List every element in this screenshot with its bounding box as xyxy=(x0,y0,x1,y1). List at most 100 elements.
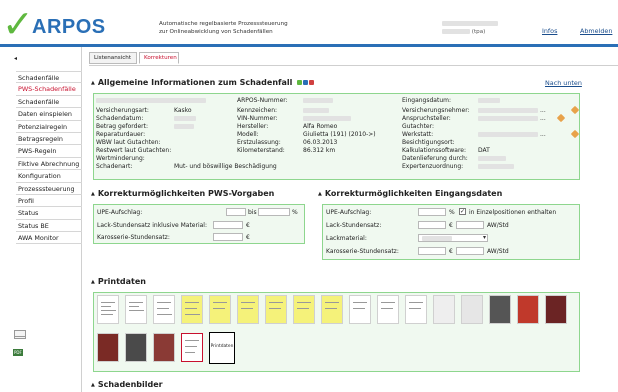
print-thumb[interactable] xyxy=(181,295,203,324)
schadenbilder-section-title[interactable]: ▲ Schadenbilder xyxy=(91,380,163,389)
print-thumb[interactable] xyxy=(293,295,315,324)
status-icon-blue[interactable] xyxy=(303,80,309,85)
info-section-title[interactable]: ▲ Allgemeine Informationen zum Schadenfal… xyxy=(91,78,315,87)
sidebar-item-betragsregeln[interactable]: Betragsregeln xyxy=(16,133,82,146)
photo-thumb[interactable] xyxy=(125,333,147,362)
print-thumb[interactable] xyxy=(321,295,343,324)
collapse-triangle-icon[interactable]: ▲ xyxy=(91,191,95,197)
pdf-icon[interactable]: PDF xyxy=(13,349,23,356)
versicherungsart-row: Versicherungsart: Kasko xyxy=(96,107,192,114)
collapse-triangle-icon[interactable]: ▲ xyxy=(91,80,95,86)
reparaturdauer-row: Reparaturdauer: xyxy=(96,131,146,138)
nach-unten-link[interactable]: Nach unten xyxy=(545,79,582,87)
sidebar-item-daten-einspielen[interactable]: Daten einspielen xyxy=(16,108,82,121)
status-icon-green[interactable] xyxy=(297,80,303,85)
pws-upe-from-input[interactable] xyxy=(226,208,246,216)
redacted-value xyxy=(96,98,206,103)
pws-karosserie-euro: € xyxy=(246,234,250,241)
info-redacted-row xyxy=(96,97,206,104)
printdaten-thumb[interactable]: Printdaten xyxy=(209,332,235,364)
sidebar-item-pws-schadenfaelle[interactable]: PWS-Schadenfälle xyxy=(16,83,82,96)
eingang-karosserie-euro: € xyxy=(449,248,453,255)
print-thumb[interactable] xyxy=(377,295,399,324)
eingang-lack-aw-input[interactable] xyxy=(456,221,484,229)
photo-thumb[interactable] xyxy=(545,295,567,324)
sidebar-item-prozesssteuerung[interactable]: Prozesssteuerung xyxy=(16,183,82,195)
eingang-section-title[interactable]: ▲ Korrekturmöglichkeiten Eingangsdaten xyxy=(318,189,502,198)
pws-upe-to-input[interactable] xyxy=(258,208,290,216)
print-thumb[interactable] xyxy=(433,295,455,324)
back-arrow-icon[interactable]: ◂ xyxy=(14,55,17,62)
modell-row: Modell: Giulietta (191) (2010->) xyxy=(237,131,376,138)
einzelpositionen-checkbox[interactable]: ✓ xyxy=(459,208,466,215)
print-thumb[interactable] xyxy=(125,295,147,324)
photo-thumb[interactable] xyxy=(153,333,175,362)
kilometerstand-row: Kilometerstand: 86.312 km xyxy=(237,147,336,154)
eingang-karosserie-input[interactable] xyxy=(418,247,446,255)
einzelpositionen-label: in Einzelpositionen enthalten xyxy=(469,209,557,216)
print-thumb[interactable] xyxy=(209,295,231,324)
sidebar-item-pws-regeln[interactable]: PWS-Regeln xyxy=(16,145,82,158)
print-thumb[interactable] xyxy=(153,295,175,324)
redacted-value xyxy=(422,236,452,241)
tab-korrekturen[interactable]: Korrekturen xyxy=(139,52,179,64)
tagline-line-1: Automatische regelbasierte Prozesssteuer… xyxy=(159,21,288,27)
print-thumb-selected[interactable] xyxy=(181,333,203,362)
kennzeichen-row: Kennzeichen: xyxy=(237,107,329,114)
tagline: Automatische regelbasierte Prozesssteuer… xyxy=(159,20,288,36)
pws-lack-input[interactable] xyxy=(213,221,243,229)
sidebar: ◂ Schadenfälle PWS-Schadenfälle Schadenf… xyxy=(0,47,82,392)
collapse-triangle-icon[interactable]: ▲ xyxy=(91,279,95,285)
redacted-value xyxy=(478,108,538,113)
print-thumb[interactable] xyxy=(405,295,427,324)
eingang-upe-label: UPE-Aufschlag: xyxy=(326,209,372,216)
sidebar-item-fiktive-abrechnung[interactable]: Fiktive Abrechnung xyxy=(16,158,82,171)
tab-listenansicht[interactable]: Listenansicht xyxy=(89,52,137,64)
photo-thumb[interactable] xyxy=(517,295,539,324)
eingang-karosserie-aw-input[interactable] xyxy=(456,247,484,255)
pws-karosserie-input[interactable] xyxy=(213,233,243,241)
lackmaterial-select[interactable] xyxy=(418,234,488,242)
sidebar-item-schadenfaelle[interactable]: Schadenfälle xyxy=(16,71,82,84)
pws-bis-label: bis xyxy=(248,209,257,216)
arpos-logo[interactable]: ✓ ARPOS xyxy=(2,5,105,43)
sidebar-item-potenzialregeln[interactable]: Potenzialregeln xyxy=(16,121,82,133)
werkstatt-row: Werkstatt:... xyxy=(402,129,580,139)
sidebar-item-status[interactable]: Status xyxy=(16,207,82,220)
print-thumb[interactable] xyxy=(349,295,371,324)
photo-thumb[interactable] xyxy=(97,333,119,362)
redacted-user-name xyxy=(442,21,498,26)
photo-thumb[interactable] xyxy=(489,295,511,324)
anspruchsteller-row: Anspruchsteller:... xyxy=(402,113,566,123)
sidebar-item-konfiguration[interactable]: Konfiguration xyxy=(16,170,82,183)
printdaten-section-title[interactable]: ▲ Printdaten xyxy=(91,277,146,286)
user-info: (tpa) xyxy=(442,20,498,36)
redacted-value xyxy=(478,164,514,169)
print-thumb[interactable] xyxy=(461,295,483,324)
status-icon-red[interactable] xyxy=(309,80,315,85)
redacted-value xyxy=(478,98,500,103)
pws-lack-label: Lack-Stundensatz inklusive Material: xyxy=(97,222,207,229)
eingang-lack-awstd: AW/Std xyxy=(487,222,509,229)
sidebar-item-profil[interactable]: Profil xyxy=(16,195,82,208)
eingang-lack-label: Lack-Stundensatz: xyxy=(326,222,382,229)
eingang-lack-euro: € xyxy=(449,222,453,229)
print-thumb[interactable] xyxy=(265,295,287,324)
sidebar-item-status-be[interactable]: Status BE xyxy=(16,220,82,233)
user-role: (tpa) xyxy=(471,29,486,35)
pws-section-title[interactable]: ▲ Korrekturmöglichkeiten PWS-Vorgaben xyxy=(91,189,274,198)
arpos-nummer-row: ARPOS-Nummer: xyxy=(237,97,333,104)
infos-link[interactable]: Infos xyxy=(542,27,557,35)
collapse-triangle-icon[interactable]: ▲ xyxy=(91,382,95,388)
sidebar-item-awa-monitor[interactable]: AWA Monitor xyxy=(16,232,82,245)
eingang-upe-input[interactable] xyxy=(418,208,446,216)
eingang-lack-input[interactable] xyxy=(418,221,446,229)
redacted-value xyxy=(174,124,194,129)
collapse-triangle-icon[interactable]: ▲ xyxy=(318,191,322,197)
logout-link[interactable]: Abmelden xyxy=(580,27,612,35)
mail-icon[interactable] xyxy=(14,330,26,339)
print-thumb[interactable] xyxy=(237,295,259,324)
sidebar-item-schadenfaelle-2[interactable]: Schadenfälle xyxy=(16,96,82,109)
print-thumb[interactable] xyxy=(97,295,119,324)
redacted-value xyxy=(303,116,351,121)
